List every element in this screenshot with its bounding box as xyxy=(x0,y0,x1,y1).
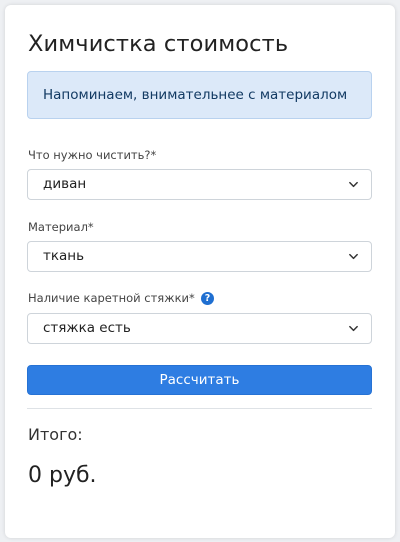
divider xyxy=(27,408,372,409)
calculator-card: Химчистка стоимость Напоминаем, внимател… xyxy=(5,5,395,538)
page-title: Химчистка стоимость xyxy=(28,31,289,57)
total-value: 0 руб. xyxy=(28,463,97,488)
tufting-select-value: стяжка есть xyxy=(43,320,131,336)
notice-alert: Напоминаем, внимательнее с материалом xyxy=(27,71,372,119)
calculate-button[interactable]: Рассчитать xyxy=(27,365,372,395)
material-select[interactable]: ткань xyxy=(27,241,372,272)
chevron-down-icon xyxy=(349,181,358,188)
chevron-down-icon xyxy=(349,325,358,332)
material-field-label: Материал* xyxy=(28,220,94,234)
item-field-label: Что нужно чистить?* xyxy=(28,148,157,162)
total-label: Итого: xyxy=(28,425,83,444)
question-circle-icon[interactable]: ? xyxy=(201,292,214,305)
item-select-value: диван xyxy=(43,176,87,192)
chevron-down-icon xyxy=(349,253,358,260)
tufting-select[interactable]: стяжка есть xyxy=(27,313,372,344)
item-select[interactable]: диван xyxy=(27,169,372,200)
material-select-value: ткань xyxy=(43,248,85,264)
tufting-field-label: Наличие каретной стяжки* xyxy=(28,291,195,305)
